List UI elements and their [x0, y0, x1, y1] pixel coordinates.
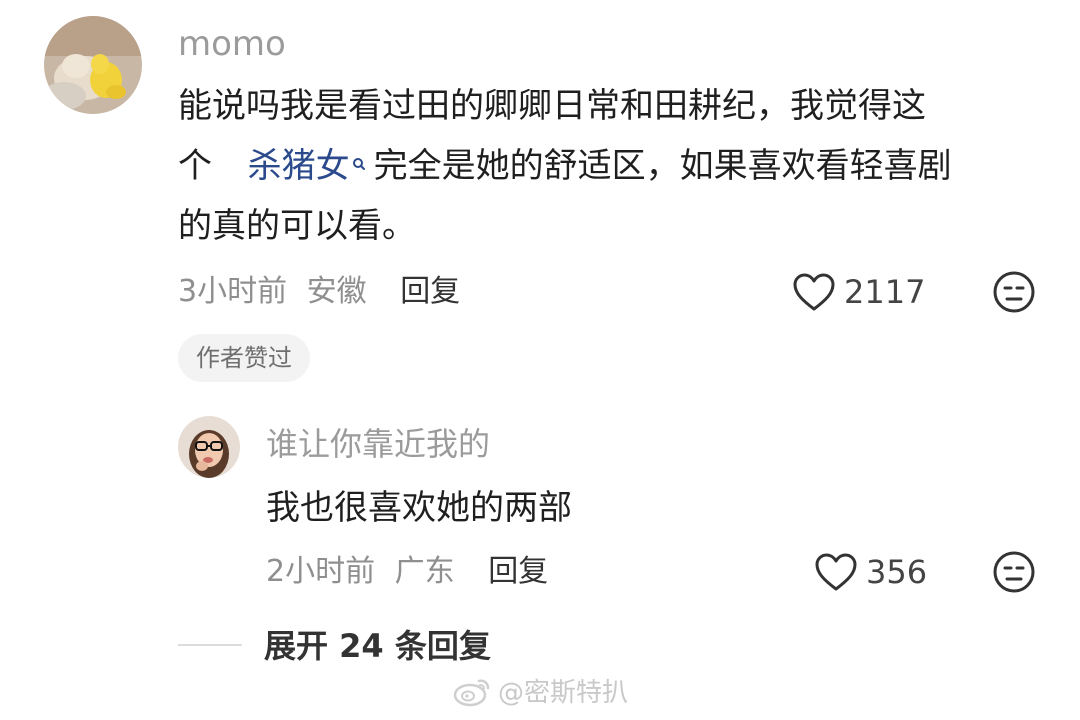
- comment-text-line-2: 个 杀猪女 完全是她的舒适区，如果喜欢看轻喜剧: [178, 138, 952, 194]
- comment-meta: 3小时前 安徽 回复: [178, 272, 460, 312]
- reply-button[interactable]: 回复: [400, 274, 460, 309]
- weibo-logo-icon: [453, 679, 490, 706]
- reply-dislike-button[interactable]: [992, 550, 1036, 594]
- meh-face-icon: [993, 551, 1035, 593]
- expand-divider: [178, 644, 242, 646]
- search-icon[interactable]: [352, 138, 366, 170]
- reply-username[interactable]: 谁让你靠近我的: [266, 424, 490, 464]
- reply-reply-button[interactable]: 回复: [488, 554, 548, 589]
- reply-text: 我也很喜欢她的两部: [266, 488, 572, 528]
- like-button[interactable]: 2117: [792, 268, 925, 316]
- comment-location: 安徽: [306, 274, 367, 309]
- expand-replies-button[interactable]: 展开 24 条回复: [264, 626, 491, 666]
- like-count: 2117: [844, 273, 926, 311]
- watermark: @密斯特扒: [452, 672, 628, 709]
- keyword-link[interactable]: 杀猪女: [248, 146, 350, 186]
- meh-face-icon: [993, 271, 1035, 313]
- avatar-momo[interactable]: [44, 16, 142, 114]
- comment-text-line-1: 能说吗我是看过田的卿卿日常和田耕纪，我觉得这: [178, 86, 926, 126]
- comment-username[interactable]: momo: [178, 24, 286, 64]
- heart-outline-icon: [815, 553, 857, 591]
- author-liked-badge: 作者赞过: [178, 334, 310, 382]
- heart-outline-icon: [793, 273, 835, 311]
- comment-text-line-3: 的真的可以看。: [178, 206, 416, 246]
- comment-time: 3小时前: [178, 274, 288, 309]
- reply-like-button[interactable]: 356: [814, 548, 927, 596]
- reply-time: 2小时前: [266, 554, 376, 589]
- reply-location: 广东: [394, 554, 455, 589]
- watermark-text: @密斯特扒: [498, 678, 629, 708]
- reply-meta: 2小时前 广东 回复: [266, 552, 548, 592]
- comment-text-line-2-start: 个: [178, 146, 212, 186]
- reply-like-count: 356: [866, 553, 928, 591]
- avatar-reply-user[interactable]: [178, 416, 240, 478]
- comment-text: 能说吗我是看过田的卿卿日常和田耕纪，我觉得这 个 杀猪女 完全是她的舒适区，如果…: [178, 78, 1038, 258]
- dislike-button[interactable]: [992, 270, 1036, 314]
- comment-text-line-2-end: 完全是她的舒适区，如果喜欢看轻喜剧: [373, 146, 952, 186]
